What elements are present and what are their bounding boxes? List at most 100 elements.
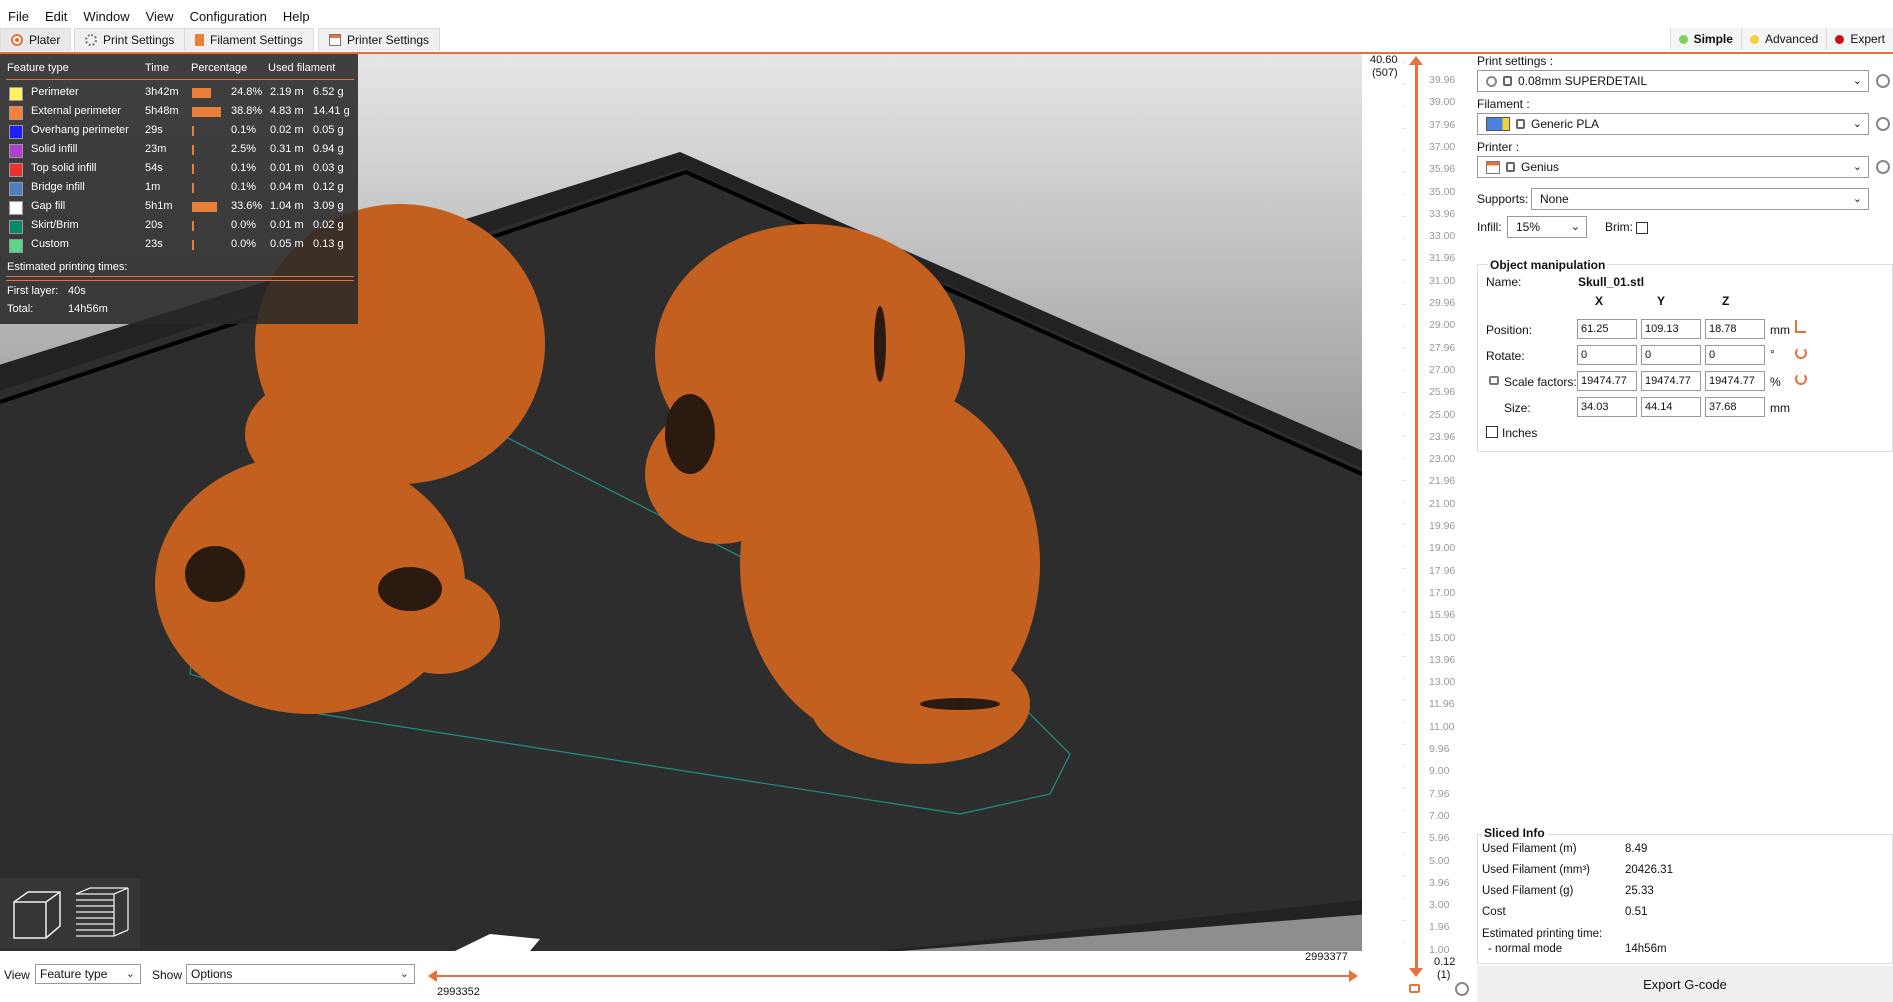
legend-percentage-bar bbox=[192, 126, 194, 136]
move-slider-right-thumb[interactable] bbox=[1349, 970, 1358, 982]
gear-icon bbox=[1486, 75, 1497, 87]
print-settings-edit-icon[interactable] bbox=[1876, 74, 1890, 88]
inches-label: Inches bbox=[1502, 426, 1538, 440]
tab-filament-settings-label: Filament Settings bbox=[210, 33, 303, 47]
layer-tick-label: 39.00 bbox=[1429, 96, 1456, 109]
rotate-label: Rotate: bbox=[1486, 349, 1525, 363]
inches-checkbox[interactable] bbox=[1486, 426, 1498, 438]
filament-combo[interactable]: Generic PLA ⌄ bbox=[1477, 113, 1869, 135]
legend-divider-2 bbox=[6, 276, 354, 277]
view-type-select[interactable]: Feature type ⌄ bbox=[35, 964, 141, 984]
layer-tick-label: 37.96 bbox=[1429, 118, 1456, 131]
lock-icon[interactable] bbox=[1489, 376, 1499, 385]
filament-spool-icon bbox=[195, 34, 204, 46]
layer-tick-label: 27.96 bbox=[1429, 341, 1456, 354]
chevron-down-icon: ⌄ bbox=[1852, 118, 1862, 130]
infill-combo[interactable]: 15% ⌄ bbox=[1507, 216, 1587, 238]
legend-header: Feature type Time Percentage Used filame… bbox=[0, 60, 358, 78]
sliced-info: Sliced Info Used Filament (m) 8.49 Used Fi… bbox=[1477, 826, 1893, 966]
reset-rotation-icon[interactable] bbox=[1795, 347, 1807, 359]
mode-advanced[interactable]: Advanced bbox=[1740, 28, 1827, 50]
lock-icon[interactable] bbox=[1409, 984, 1420, 993]
chevron-down-icon: ⌄ bbox=[399, 968, 409, 980]
rotate-z-input[interactable]: 0 bbox=[1705, 345, 1765, 365]
legend-row: Custom 23s 0.0% 0.05 m 0.13 g bbox=[0, 236, 358, 254]
object-manipulation: Object manipulation Name: Skull_01.stl X… bbox=[1477, 256, 1893, 452]
move-slider-track[interactable] bbox=[434, 975, 1352, 977]
legend-row: Bridge infill 1m 0.1% 0.04 m 0.12 g bbox=[0, 179, 358, 197]
tab-printer-settings[interactable]: Printer Settings bbox=[318, 28, 441, 51]
layer-slider-bottom-thumb[interactable] bbox=[1409, 968, 1423, 977]
print-settings-value: 0.08mm SUPERDETAIL bbox=[1518, 74, 1648, 88]
position-label: Position: bbox=[1486, 323, 1533, 337]
axis-y-label: Y bbox=[1657, 294, 1666, 308]
mode-switcher: Simple Advanced Expert bbox=[1669, 28, 1893, 50]
printer-label: Printer : bbox=[1477, 140, 1520, 154]
sliced-info-value: 0.51 bbox=[1625, 906, 1648, 918]
chevron-down-icon: ⌄ bbox=[125, 968, 135, 980]
layers-view-icon[interactable] bbox=[72, 884, 132, 944]
printer-edit-icon[interactable] bbox=[1876, 160, 1890, 174]
drop-to-bed-icon[interactable] bbox=[1795, 320, 1806, 333]
scale-z-input[interactable]: 19474.77 bbox=[1705, 371, 1765, 391]
filament-edit-icon[interactable] bbox=[1876, 117, 1890, 131]
est-time-label: Estimated printing time: bbox=[1482, 928, 1603, 940]
size-x-input[interactable]: 34.03 bbox=[1577, 397, 1637, 417]
mode-expert[interactable]: Expert bbox=[1826, 28, 1893, 50]
brim-checkbox[interactable] bbox=[1636, 222, 1648, 234]
sliced-info-label: Used Filament (g) bbox=[1482, 885, 1574, 897]
print-settings-combo[interactable]: 0.08mm SUPERDETAIL ⌄ bbox=[1477, 70, 1869, 92]
legend-percentage: 0.1% bbox=[231, 124, 257, 136]
legend-weight: 0.13 g bbox=[313, 238, 344, 250]
position-z-input[interactable]: 18.78 bbox=[1705, 319, 1765, 339]
layer-slider-track[interactable] bbox=[1415, 62, 1418, 970]
printer-combo[interactable]: Genius ⌄ bbox=[1477, 156, 1869, 178]
menu-edit[interactable]: Edit bbox=[37, 9, 75, 24]
export-gcode-button[interactable]: Export G-code bbox=[1477, 966, 1893, 1002]
supports-combo[interactable]: None ⌄ bbox=[1531, 188, 1869, 210]
move-slider-right-value: 2993377 bbox=[1305, 951, 1348, 963]
legend-feature-name: Perimeter bbox=[31, 86, 79, 98]
mode-advanced-dot bbox=[1749, 34, 1759, 44]
legend-row: Skirt/Brim 20s 0.0% 0.01 m 0.02 g bbox=[0, 217, 358, 235]
legend-time: 3h42m bbox=[145, 86, 179, 98]
position-y-input[interactable]: 109.13 bbox=[1641, 319, 1701, 339]
menu-configuration[interactable]: Configuration bbox=[182, 9, 275, 24]
menu-window[interactable]: Window bbox=[75, 9, 137, 24]
legend-percentage: 0.1% bbox=[231, 181, 257, 193]
menu-view[interactable]: View bbox=[138, 9, 182, 24]
scale-y-input[interactable]: 19474.77 bbox=[1641, 371, 1701, 391]
legend-weight: 6.52 g bbox=[313, 86, 344, 98]
rotate-unit: ° bbox=[1770, 347, 1775, 361]
layer-tick-label: 7.96 bbox=[1429, 787, 1450, 800]
menu-help[interactable]: Help bbox=[275, 9, 318, 24]
3d-view-icon[interactable] bbox=[6, 884, 66, 944]
rotate-x-input[interactable]: 0 bbox=[1577, 345, 1637, 365]
mode-simple[interactable]: Simple bbox=[1669, 28, 1741, 50]
size-z-input[interactable]: 37.68 bbox=[1705, 397, 1765, 417]
legend-time: 1m bbox=[145, 181, 161, 193]
legend-percentage: 24.8% bbox=[231, 86, 263, 98]
lock-icon bbox=[1516, 119, 1525, 129]
layer-slider-top-thumb[interactable] bbox=[1409, 56, 1423, 65]
printer-value: Genius bbox=[1521, 160, 1560, 174]
feature-legend: Feature type Time Percentage Used filame… bbox=[0, 54, 358, 324]
position-x-input[interactable]: 61.25 bbox=[1577, 319, 1637, 339]
cog-icon[interactable] bbox=[1455, 982, 1469, 996]
move-slider-left-thumb[interactable] bbox=[428, 970, 437, 982]
menu-file[interactable]: File bbox=[0, 9, 37, 24]
size-y-input[interactable]: 44.14 bbox=[1641, 397, 1701, 417]
rotate-y-input[interactable]: 0 bbox=[1641, 345, 1701, 365]
tab-plater[interactable]: Plater bbox=[0, 28, 72, 51]
legend-percentage: 0.0% bbox=[231, 238, 257, 250]
reset-scale-icon[interactable] bbox=[1795, 373, 1807, 385]
layer-tick-label: 7.00 bbox=[1429, 809, 1450, 822]
layer-tick-label: 23.96 bbox=[1429, 430, 1456, 443]
tab-print-settings[interactable]: Print Settings bbox=[74, 28, 186, 51]
legend-header-filament: Used filament bbox=[268, 62, 336, 74]
scale-x-input[interactable]: 19474.77 bbox=[1577, 371, 1637, 391]
tab-filament-settings[interactable]: Filament Settings bbox=[184, 28, 314, 51]
show-options-select[interactable]: Options ⌄ bbox=[186, 964, 415, 984]
layer-tick-label: 9.96 bbox=[1429, 743, 1450, 755]
legend-divider-3 bbox=[6, 280, 354, 281]
